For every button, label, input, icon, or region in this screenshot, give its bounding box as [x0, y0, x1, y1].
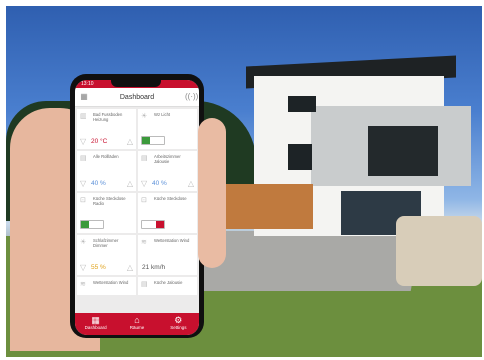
tile-label: Arbeitszimmer Jalousie — [154, 154, 181, 164]
signal-icon[interactable]: ((·)) — [185, 92, 198, 102]
nav-raeume[interactable]: ⌂ Räume — [116, 313, 157, 335]
tile-value: 40 % — [152, 180, 167, 187]
tile-label: Bad Fussboden Heizung — [93, 112, 123, 122]
toggle-switch[interactable] — [141, 136, 165, 145]
house-window — [288, 144, 312, 170]
tile-label: Küche Steckdose — [154, 196, 187, 201]
tile-kueche-jalousie[interactable]: ▤ Küche Jalousie — [138, 277, 197, 295]
tile-alle-rolllaeden[interactable]: ▤ Alle Rollläden ▽ 40 % △ — [77, 151, 136, 191]
page-title: Dashboard — [119, 93, 155, 101]
rock-wall — [396, 216, 482, 286]
grid-icon[interactable]: ▦ — [79, 92, 89, 102]
decrease-icon[interactable]: ▽ — [141, 179, 147, 188]
house-window — [288, 96, 316, 112]
tile-bad-heizung[interactable]: ▥ Bad Fussboden Heizung ▽ 20 °C △ — [77, 109, 136, 149]
bottom-nav: ▦ Dashboard ⌂ Räume ⚙ Settings — [75, 313, 199, 335]
blind-icon: ▤ — [141, 281, 148, 288]
socket-icon: ⊡ — [141, 197, 147, 204]
nav-label: Settings — [170, 325, 187, 330]
house-window — [368, 126, 438, 176]
tile-label: Wetterstation Wind — [93, 280, 129, 285]
tile-kueche-steckdose-radio[interactable]: ⊡ Küche Steckdose Radio — [77, 193, 136, 233]
radiator-icon: ▥ — [80, 113, 87, 120]
decrease-icon[interactable]: ▽ — [80, 137, 86, 146]
wood-cladding — [221, 184, 313, 229]
nav-dashboard[interactable]: ▦ Dashboard — [75, 313, 116, 335]
nav-label: Räume — [129, 325, 145, 330]
socket-icon: ⊡ — [80, 197, 86, 204]
grid-icon: ▦ — [91, 315, 100, 325]
light-icon: ☀ — [141, 113, 148, 120]
blind-icon: ▤ — [141, 155, 148, 162]
nav-label: Dashboard — [84, 325, 107, 330]
app-header: ▦ Dashboard ((·)) — [75, 88, 199, 107]
tile-schlafzimmer-dimmer[interactable]: ☀ Schlafzimmer Dimmer ▽ 55 % △ — [77, 235, 136, 275]
increase-icon[interactable]: △ — [188, 179, 194, 188]
tile-value: 55 % — [91, 264, 106, 271]
tile-label: Schlafzimmer Dimmer — [93, 238, 119, 248]
tile-label: Wz Licht — [154, 112, 171, 117]
home-icon: ⌂ — [134, 315, 140, 325]
blind-icon: ▤ — [80, 155, 87, 162]
tile-label: Alle Rollläden — [93, 154, 119, 159]
phone-notch — [111, 80, 161, 87]
phone-screen: 13:10 ▦ Dashboard ((·)) ▥ Bad Fussboden … — [75, 80, 199, 335]
increase-icon[interactable]: △ — [127, 137, 133, 146]
increase-icon[interactable]: △ — [127, 263, 133, 272]
tile-grid: ▥ Bad Fussboden Heizung ▽ 20 °C △ ☀ Wz L… — [75, 107, 199, 297]
wind-icon: ≋ — [80, 281, 86, 288]
tile-wetterstation-wind[interactable]: ≋ Wetterstation Wind 21 km/h — [138, 235, 197, 275]
tile-wetterstation-wind-2[interactable]: ≋ Wetterstation Wind — [77, 277, 136, 295]
tile-wz-licht[interactable]: ☀ Wz Licht — [138, 109, 197, 149]
dimmer-icon: ☀ — [80, 239, 87, 246]
tile-value: 40 % — [91, 180, 106, 187]
toggle-switch[interactable] — [141, 220, 165, 229]
tile-arbeitszimmer-jalousie[interactable]: ▤ Arbeitszimmer Jalousie ▽ 40 % △ — [138, 151, 197, 191]
tile-kueche-steckdose[interactable]: ⊡ Küche Steckdose — [138, 193, 197, 233]
decrease-icon[interactable]: ▽ — [80, 179, 86, 188]
status-time: 13:10 — [81, 81, 94, 87]
increase-icon[interactable]: △ — [127, 179, 133, 188]
nav-settings[interactable]: ⚙ Settings — [158, 313, 199, 335]
thumb — [198, 118, 226, 268]
gear-icon: ⚙ — [174, 315, 183, 325]
tile-value: 21 km/h — [142, 264, 166, 271]
tile-label: Küche Steckdose Radio — [93, 196, 126, 206]
tile-label: Küche Jalousie — [154, 280, 183, 285]
toggle-switch[interactable] — [80, 220, 104, 229]
tile-label: Wetterstation Wind — [154, 238, 190, 243]
tile-value: 20 °C — [91, 138, 108, 145]
wind-icon: ≋ — [141, 239, 147, 246]
decrease-icon[interactable]: ▽ — [80, 263, 86, 272]
